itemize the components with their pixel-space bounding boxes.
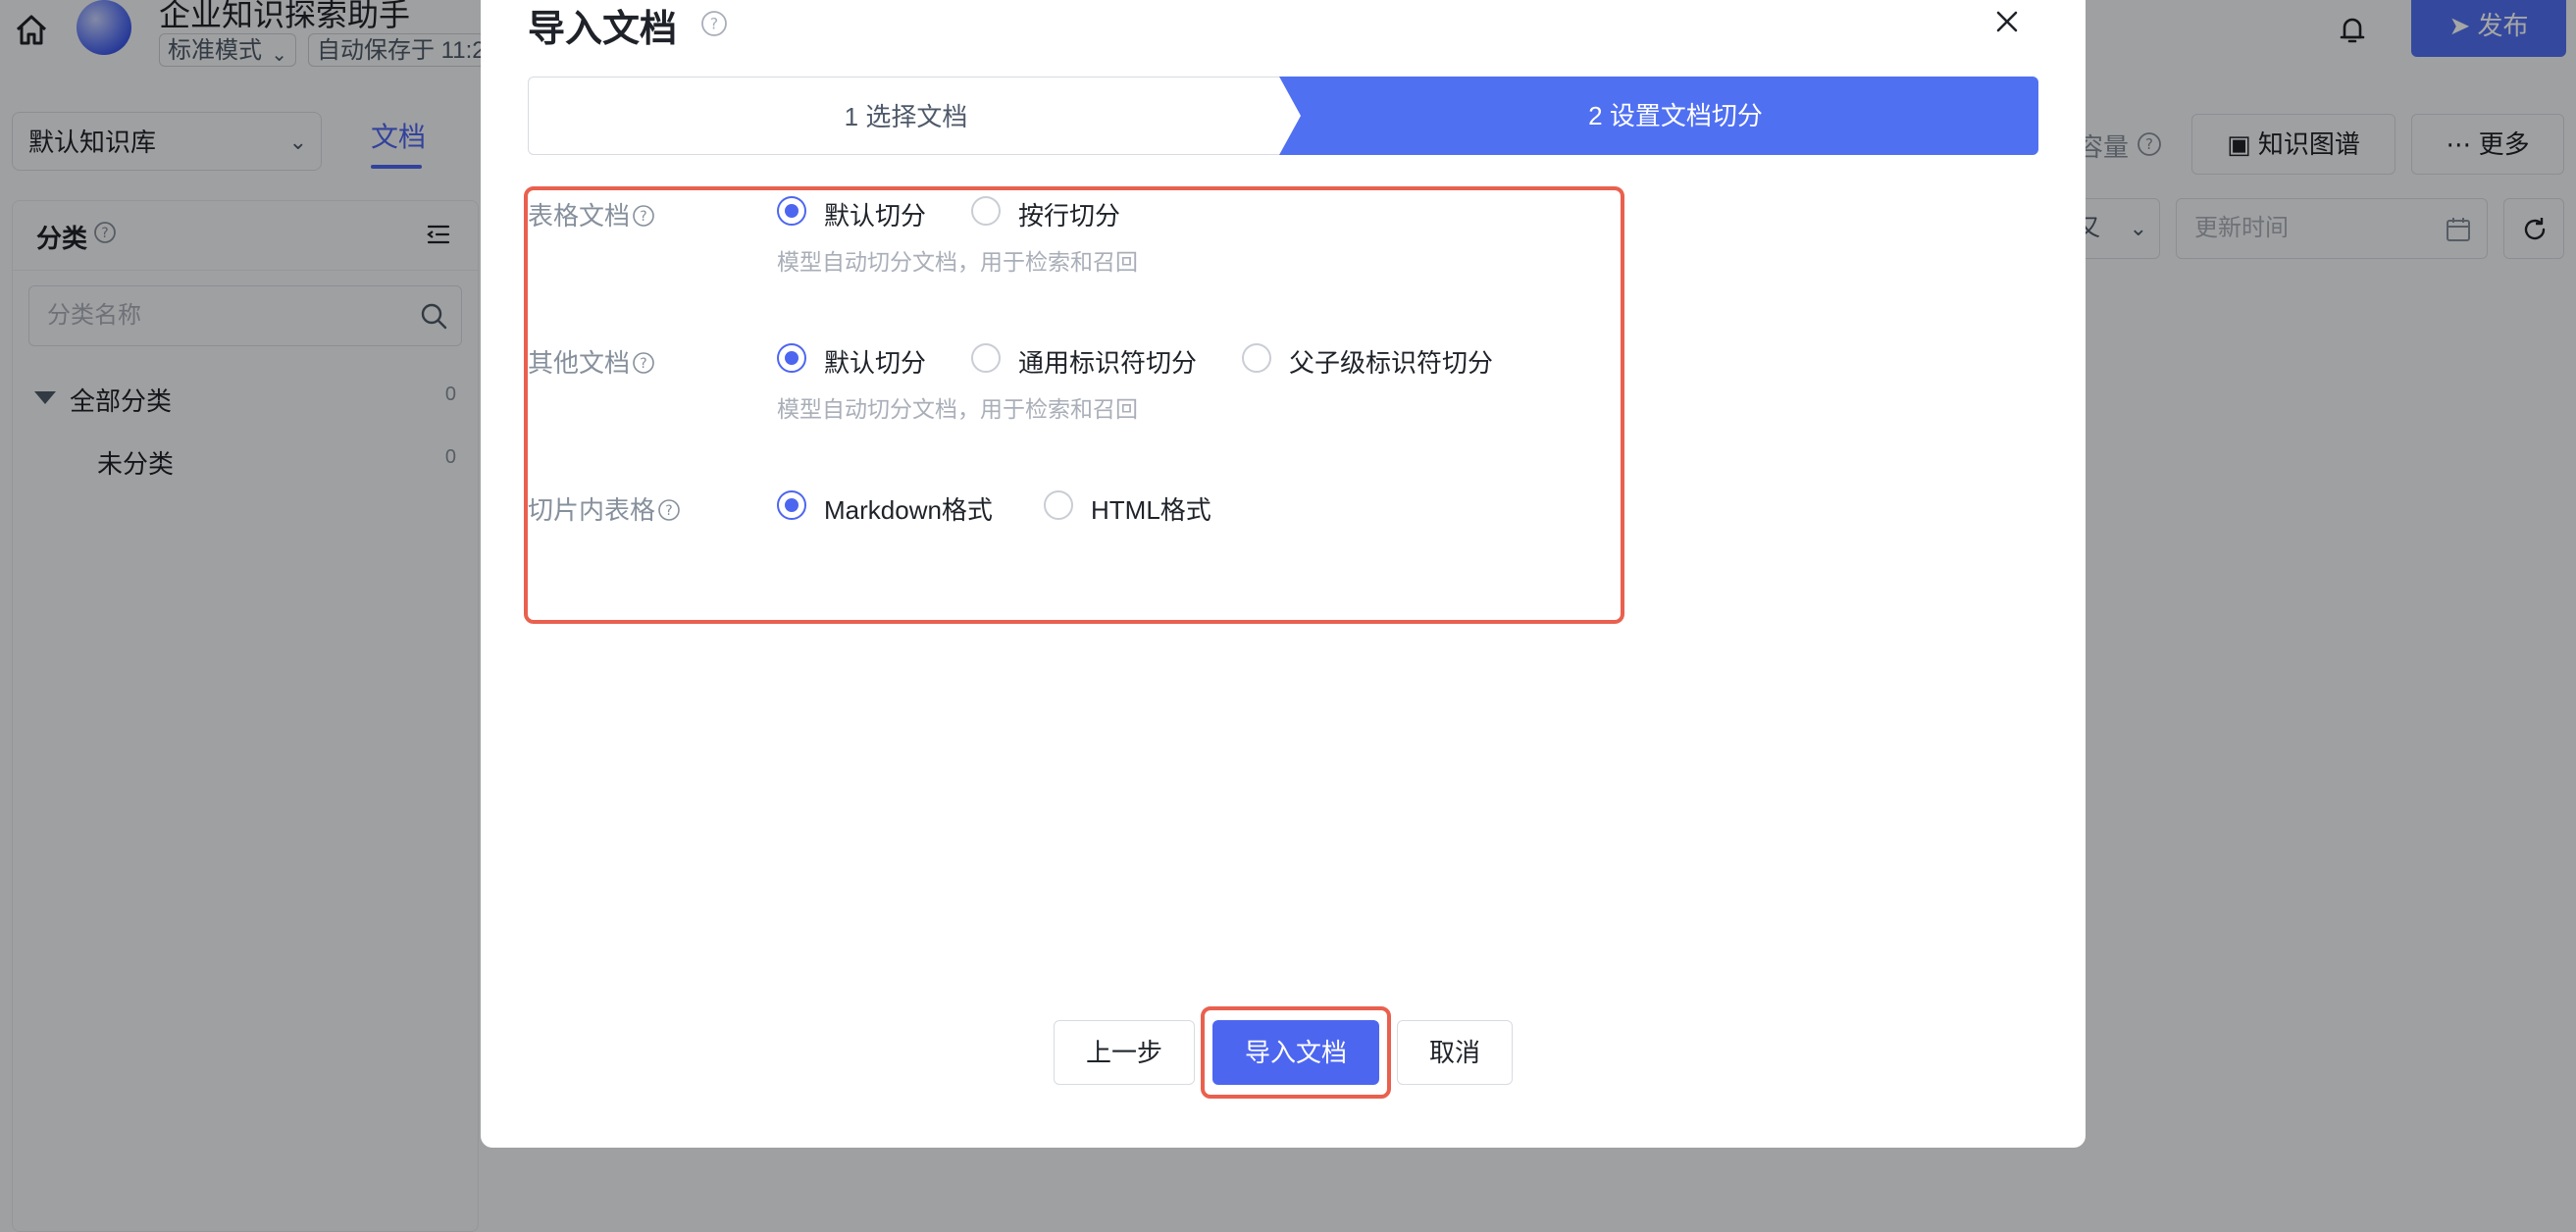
close-icon[interactable] [1989, 4, 2025, 39]
help-icon[interactable]: ? [632, 351, 655, 375]
radio-button[interactable] [971, 343, 1001, 373]
help-icon[interactable]: ? [700, 10, 728, 37]
radio-button[interactable] [1044, 490, 1073, 520]
radio-button[interactable] [971, 196, 1001, 226]
step-label: 1 选择文档 [844, 102, 968, 131]
radio-button[interactable] [1242, 343, 1271, 373]
cancel-button[interactable]: 取消 [1397, 1020, 1513, 1085]
step-indicator: 1 选择文档 2 设置文档切分 [528, 77, 2038, 157]
step-set-segmentation[interactable]: 2 设置文档切分 [1313, 77, 2038, 155]
svg-text:?: ? [665, 503, 672, 519]
import-document-button[interactable]: 导入文档 [1212, 1020, 1379, 1085]
radio-label: 按行切分 [1018, 201, 1121, 231]
setting-row-table-in-slice: 切片内表格? Markdown格式 HTML格式 [528, 490, 1607, 539]
setting-row-other-documents: 其他文档? 默认切分 通用标识符切分 父子级标识符切分 模型自动切分文档，用于检… [528, 343, 1607, 432]
svg-text:?: ? [640, 209, 646, 225]
svg-text:?: ? [640, 356, 646, 372]
radio-button[interactable] [777, 196, 806, 226]
setting-label-text: 切片内表格 [528, 495, 656, 525]
modal-title: 导入文档 [528, 9, 678, 50]
radio-button[interactable] [777, 490, 806, 520]
setting-hint: 模型自动切分文档，用于检索和召回 [777, 249, 1138, 275]
import-document-modal: 导入文档 ? 1 选择文档 2 设置文档切分 表格文档? 默认切分 按行切分 模… [481, 0, 2086, 1148]
radio-label: 默认切分 [824, 348, 927, 378]
help-icon[interactable]: ? [657, 498, 681, 522]
radio-button[interactable] [777, 343, 806, 373]
setting-row-spreadsheet: 表格文档? 默认切分 按行切分 模型自动切分文档，用于检索和召回 [528, 196, 1607, 284]
help-icon[interactable]: ? [632, 204, 655, 228]
step-label: 2 设置文档切分 [1588, 101, 1763, 130]
svg-text:?: ? [710, 15, 719, 33]
setting-label-text: 表格文档 [528, 201, 631, 231]
radio-label: 通用标识符切分 [1018, 348, 1198, 378]
radio-label: 默认切分 [824, 201, 927, 231]
modal-footer: 上一步 导入文档 取消 [481, 1006, 2086, 1099]
setting-label: 表格文档? [528, 196, 655, 232]
previous-step-button[interactable]: 上一步 [1054, 1020, 1195, 1085]
radio-label: HTML格式 [1091, 495, 1211, 525]
setting-hint: 模型自动切分文档，用于检索和召回 [777, 396, 1138, 422]
radio-label: Markdown格式 [824, 495, 993, 525]
step-select-document[interactable]: 1 选择文档 [528, 77, 1283, 155]
radio-label: 父子级标识符切分 [1289, 348, 1494, 378]
setting-label-text: 其他文档 [528, 348, 631, 378]
setting-label: 切片内表格? [528, 490, 681, 527]
setting-label: 其他文档? [528, 343, 655, 380]
